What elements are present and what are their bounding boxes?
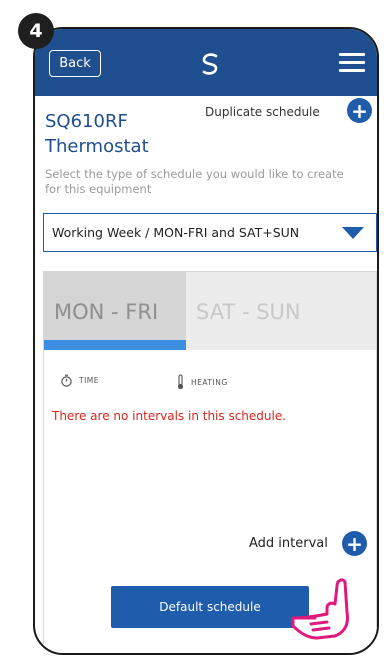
duplicate-schedule-plus-icon[interactable]: + — [347, 98, 372, 123]
schedule-type-select[interactable]: Working Week / MON-FRI and SAT+SUN — [43, 213, 377, 252]
add-interval-label[interactable]: Add interval — [249, 536, 328, 551]
heating-column-label: HEATING — [191, 377, 228, 387]
stopwatch-icon — [61, 374, 72, 387]
day-tabs: MON - FRI SAT - SUN — [44, 272, 376, 350]
hamburger-menu-icon[interactable] — [339, 53, 365, 73]
tab-sat-sun[interactable]: SAT - SUN — [196, 300, 301, 324]
phone-frame: Back SQ610RF Thermostat Duplicate schedu… — [33, 27, 379, 655]
time-column-header: TIME — [60, 374, 99, 387]
chevron-down-icon[interactable] — [342, 227, 364, 239]
schedule-type-value: Working Week / MON-FRI and SAT+SUN — [52, 225, 300, 240]
duplicate-schedule-label[interactable]: Duplicate schedule — [205, 105, 320, 119]
tab-mon-fri[interactable]: MON - FRI — [54, 300, 158, 324]
no-intervals-message: There are no intervals in this schedule. — [52, 409, 287, 423]
salus-logo-icon — [202, 53, 218, 75]
default-schedule-button[interactable]: Default schedule — [111, 586, 309, 628]
top-bar: Back — [35, 29, 377, 96]
active-tab-indicator — [44, 340, 186, 350]
heating-column-header: HEATING — [176, 374, 228, 390]
back-button[interactable]: Back — [49, 50, 101, 77]
time-column-label: TIME — [79, 376, 100, 385]
device-type: Thermostat — [45, 136, 149, 157]
device-title: SQ610RF Thermostat — [45, 109, 215, 159]
device-model: SQ610RF — [45, 111, 128, 132]
thermometer-icon — [177, 374, 184, 390]
schedule-type-instruction: Select the type of schedule you would li… — [45, 167, 344, 196]
pointing-hand-icon — [291, 578, 349, 640]
add-interval-plus-icon[interactable]: + — [342, 531, 367, 556]
step-number-badge: 4 — [18, 13, 54, 49]
